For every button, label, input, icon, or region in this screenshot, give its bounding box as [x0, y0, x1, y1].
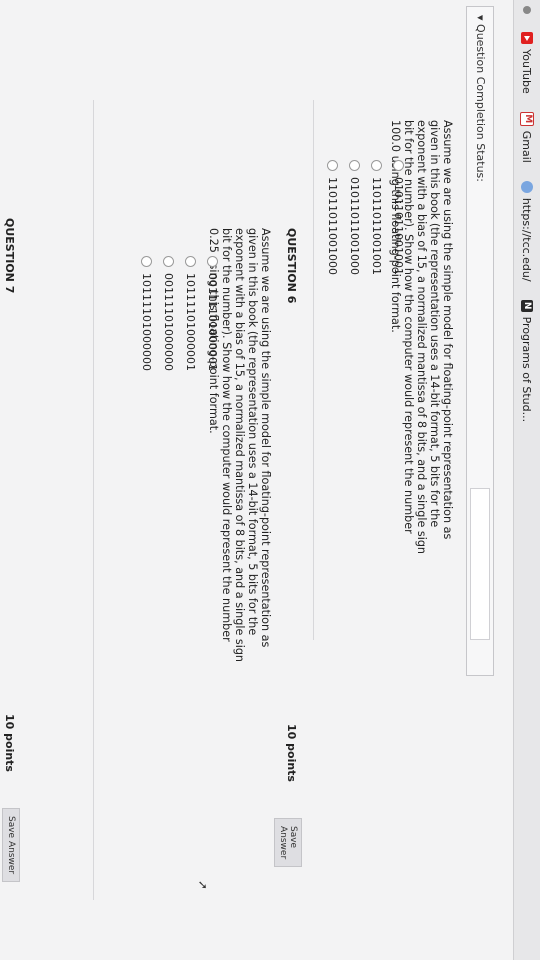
- radio-button[interactable]: [349, 160, 361, 171]
- mouse-cursor-icon: ➚: [196, 880, 210, 891]
- radio-button[interactable]: [371, 160, 383, 171]
- divider: [93, 100, 94, 900]
- answer-option[interactable]: 00111101000001: [202, 256, 224, 516]
- radio-button[interactable]: [207, 256, 219, 267]
- option-label: 01011011001001: [392, 177, 406, 275]
- answer-option[interactable]: 10111101000001: [180, 256, 202, 516]
- question-points: 10 points: [285, 724, 298, 782]
- screen: YouTube M Gmail https://tcc.edu/ N Progr…: [0, 0, 540, 960]
- question-points: 10 points: [3, 714, 16, 772]
- question6-options: 00111101000001 10111101000001 0011110100…: [136, 256, 224, 516]
- gmail-icon: M: [520, 111, 534, 126]
- bookmarks-bar: YouTube M Gmail https://tcc.edu/ N Progr…: [513, 0, 540, 960]
- question-title: QUESTION 7: [3, 218, 16, 294]
- answer-option[interactable]: 11011011001001: [366, 160, 388, 420]
- radio-button[interactable]: [185, 256, 197, 267]
- radio-button[interactable]: [141, 256, 153, 267]
- status-progress: [470, 488, 490, 640]
- save-answer-button[interactable]: Save Answer: [274, 818, 302, 868]
- answer-option[interactable]: 01011011001001: [388, 160, 410, 420]
- question7-header: QUESTION 7 10 points Save Answer: [0, 100, 20, 960]
- answer-option[interactable]: 00111101000000: [158, 256, 180, 516]
- divider: [313, 100, 314, 640]
- n-logo-icon: N: [521, 299, 533, 312]
- option-label: 00111101000001: [206, 273, 220, 371]
- option-label: 11011011001001: [370, 177, 384, 275]
- option-label: 10111101000001: [184, 273, 198, 371]
- option-label: 11011011001000: [326, 177, 340, 275]
- option-label: 00111101000000: [162, 273, 176, 371]
- bookmark-youtube[interactable]: YouTube: [521, 32, 534, 94]
- answer-option[interactable]: 11011011001000: [322, 160, 344, 420]
- status-label: Question Completion Status:: [474, 24, 487, 182]
- bookmark-label: https://tcc.edu/: [520, 197, 534, 282]
- question6-header: QUESTION 6 10 points Save Answer: [274, 100, 302, 868]
- status-area: ▾ Question Completion Status:: [460, 0, 500, 960]
- bookmark-label: Gmail: [520, 130, 534, 163]
- option-label: 10111101000000: [140, 273, 154, 371]
- bookmark-label: YouTube: [520, 49, 534, 94]
- app-dot-icon: [523, 6, 531, 14]
- radio-button[interactable]: [163, 256, 175, 267]
- globe-icon: [521, 180, 533, 193]
- answer-option[interactable]: 10111101000000: [136, 256, 158, 516]
- save-answer-button[interactable]: Save Answer: [2, 808, 20, 883]
- answer-option[interactable]: 01011011001000: [344, 160, 366, 420]
- bookmark-gmail[interactable]: M Gmail: [520, 111, 534, 163]
- bookmark-programs[interactable]: N Programs of Stud...: [520, 299, 534, 423]
- youtube-icon: [521, 32, 533, 44]
- question-title: QUESTION 6: [285, 228, 298, 304]
- option-label: 01011011001000: [348, 177, 362, 275]
- question5-options: 01011011001001 11011011001001 0101101100…: [322, 160, 410, 420]
- collapse-triangle-icon: ▾: [474, 15, 487, 25]
- radio-button[interactable]: [393, 160, 405, 171]
- radio-button[interactable]: [327, 160, 339, 171]
- bookmark-tcc[interactable]: https://tcc.edu/: [520, 180, 534, 282]
- bookmark-label: Programs of Stud...: [520, 316, 534, 423]
